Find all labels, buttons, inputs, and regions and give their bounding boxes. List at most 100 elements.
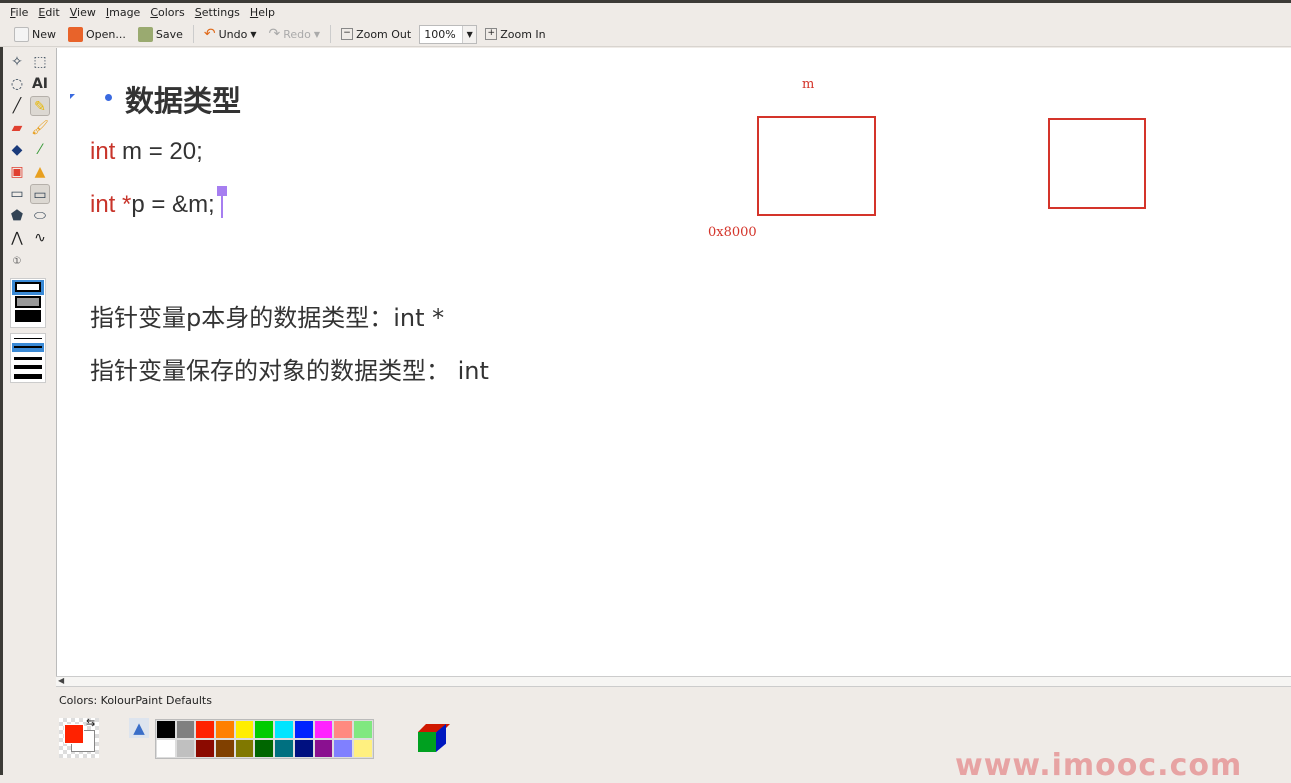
palette-swatch[interactable] — [293, 720, 314, 739]
rounded-rect-icon[interactable]: ▭ — [7, 184, 27, 204]
line-width-2[interactable] — [12, 343, 44, 352]
line-width-5[interactable] — [14, 374, 42, 379]
foreground-color[interactable] — [64, 724, 84, 744]
pencil-icon[interactable]: ✎ — [30, 96, 50, 116]
redo-label: Redo — [283, 27, 311, 41]
color-eraser-icon[interactable]: ▣ — [7, 162, 27, 182]
zoom-value: 100% — [424, 27, 456, 41]
colors-label: Colors: KolourPaint Defaults — [59, 694, 212, 707]
swap-colors-icon[interactable]: ⇆ — [86, 716, 95, 729]
menu-view[interactable]: View — [70, 6, 96, 19]
palette-swatch[interactable] — [254, 739, 275, 758]
rect-select-icon[interactable]: ⬚ — [30, 52, 50, 72]
zoom-out-label: Zoom Out — [356, 27, 412, 41]
zoom-out-icon: − — [341, 28, 354, 40]
color-cube-icon — [418, 722, 450, 754]
open-button[interactable]: Open... — [64, 26, 130, 42]
tool-size-icon[interactable]: ① — [7, 252, 27, 272]
polyline-icon[interactable]: ⋀ — [7, 228, 27, 248]
undo-button[interactable]: ↶ Undo ▼ — [200, 26, 261, 42]
chevron-down-icon[interactable]: ▼ — [462, 25, 477, 43]
zoom-select[interactable]: 100% ▼ — [419, 24, 478, 44]
line-width-1[interactable] — [14, 338, 42, 339]
text-cursor — [221, 196, 223, 218]
description-line-2: 指针变量保存的对象的数据类型： int — [90, 357, 489, 385]
palette-swatch[interactable] — [293, 739, 314, 758]
redo-dropdown-icon[interactable]: ▼ — [314, 30, 320, 39]
palette-swatch[interactable] — [274, 720, 294, 739]
palette-swatch[interactable] — [313, 720, 334, 739]
code-text: p = &m; — [131, 191, 215, 218]
menu-edit[interactable]: Edit — [38, 6, 59, 19]
palette-swatch[interactable] — [333, 739, 353, 758]
palette-swatch[interactable] — [195, 739, 216, 758]
menu-image[interactable]: Image — [106, 6, 140, 19]
palette-swatch[interactable] — [215, 720, 235, 739]
toolbar-separator — [192, 25, 194, 43]
spraycan-icon[interactable]: ▲ — [30, 162, 50, 182]
redo-button[interactable]: ↷ Redo ▼ — [265, 26, 325, 42]
line-tool-icon[interactable]: ╱ — [7, 96, 27, 116]
palette-swatch[interactable] — [234, 720, 255, 739]
menu-file[interactable]: File — [10, 6, 28, 19]
palette-swatch[interactable] — [156, 739, 176, 758]
drawing-canvas[interactable]: 数据类型 int m = 20; int *p = &m; 指针变量p本身的数据… — [56, 48, 1291, 676]
free-select-icon[interactable]: ✧ — [7, 52, 27, 72]
line-width-selector[interactable] — [10, 333, 46, 383]
text-tool-icon[interactable]: AI — [30, 74, 50, 94]
brush-icon[interactable]: 🖌 — [30, 118, 50, 138]
palette-swatch[interactable] — [234, 739, 255, 758]
palette-swatch[interactable] — [175, 739, 196, 758]
rectangle-icon[interactable]: ▭ — [30, 184, 50, 204]
palette-swatch[interactable] — [352, 739, 373, 758]
triangle-marker-icon — [70, 94, 75, 99]
bullet-icon — [105, 94, 112, 101]
line-width-4[interactable] — [14, 365, 42, 369]
scroll-left-icon[interactable]: ◀ — [58, 676, 64, 685]
watermark: www.imooc.com — [955, 748, 1243, 783]
open-folder-icon — [68, 26, 83, 42]
palette-swatch[interactable] — [175, 720, 196, 739]
color-picker-icon[interactable]: ⁄ — [30, 140, 50, 160]
zoom-in-button[interactable]: + Zoom In — [481, 28, 549, 41]
fill-bucket-icon[interactable]: ◆ — [7, 140, 27, 160]
menu-colors[interactable]: Colors — [150, 6, 184, 19]
palette-swatch[interactable] — [254, 720, 275, 739]
palette-swatch[interactable] — [215, 739, 235, 758]
horizontal-scrollbar[interactable]: ◀ — [56, 676, 1291, 687]
fill-fg-option[interactable] — [15, 310, 41, 322]
color-swatch-fg-bg[interactable]: ⇆ — [59, 716, 99, 758]
palette-swatch[interactable] — [352, 720, 373, 739]
menu-settings[interactable]: Settings — [195, 6, 240, 19]
polygon-icon[interactable]: ⬟ — [7, 206, 27, 226]
color-similarity-icon[interactable]: ▲ — [129, 718, 149, 738]
line-width-3[interactable] — [14, 357, 42, 360]
zoom-out-button[interactable]: − Zoom Out — [337, 28, 415, 41]
menubar: File Edit View Image Colors Settings Hel… — [0, 3, 1291, 22]
code-text: m = 20; — [115, 138, 203, 165]
palette-swatch[interactable] — [274, 739, 294, 758]
fill-bg-option[interactable] — [15, 296, 41, 308]
toolbar-separator — [330, 25, 332, 43]
undo-dropdown-icon[interactable]: ▼ — [250, 30, 256, 39]
new-button[interactable]: New — [10, 26, 60, 42]
ellipse-select-icon[interactable]: ◌ — [7, 74, 27, 94]
undo-icon: ↶ — [203, 26, 216, 42]
palette-swatch[interactable] — [313, 739, 334, 758]
save-button[interactable]: Save — [134, 26, 187, 42]
redo-icon: ↷ — [268, 26, 281, 42]
fill-style-selector[interactable] — [10, 278, 46, 328]
text-cursor-handle[interactable] — [217, 186, 227, 196]
save-label: Save — [155, 27, 183, 41]
curve-icon[interactable]: ∿ — [30, 228, 50, 248]
ellipse-icon[interactable]: ⬭ — [30, 206, 50, 226]
color-palette — [155, 719, 374, 759]
palette-swatch[interactable] — [333, 720, 353, 739]
palette-swatch[interactable] — [156, 720, 176, 739]
menu-help[interactable]: Help — [250, 6, 275, 19]
keyword-int-pointer: int * — [90, 191, 132, 218]
palette-swatch[interactable] — [195, 720, 216, 739]
undo-label: Undo — [218, 27, 248, 41]
fill-none-option[interactable] — [12, 280, 44, 295]
eraser-icon[interactable]: ▰ — [7, 118, 27, 138]
